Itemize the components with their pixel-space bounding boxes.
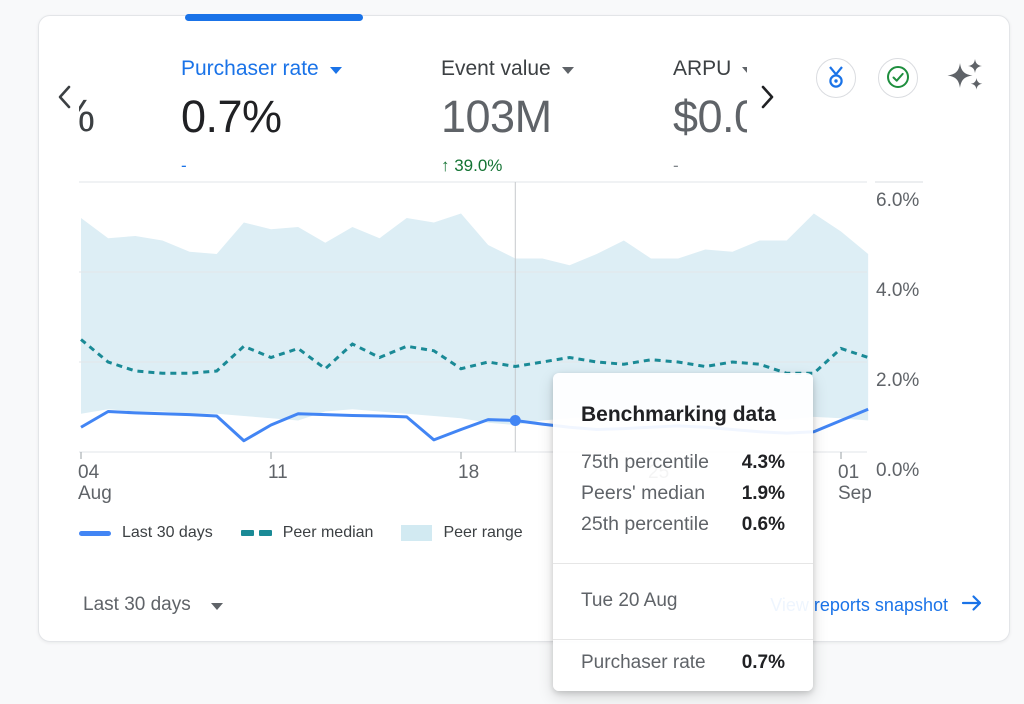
prev-metric-fragment: % — [79, 90, 103, 148]
metric-selector-purchaser-rate[interactable]: Purchaser rate — [181, 56, 431, 82]
carousel-next-button[interactable] — [753, 82, 781, 114]
tooltip-row-median: Peers' median 1.9% — [581, 478, 785, 509]
tooltip-row-label: 75th percentile — [581, 447, 709, 478]
line-swatch-icon — [79, 531, 111, 536]
tooltip-metric-row: Purchaser rate 0.7% — [581, 640, 785, 674]
svg-text:Aug: Aug — [78, 483, 112, 504]
metric-label: ARPU — [673, 57, 731, 81]
tooltip-row-75th: 75th percentile 4.3% — [581, 447, 785, 478]
svg-text:18: 18 — [458, 462, 479, 483]
tooltip-metric-label: Purchaser rate — [581, 652, 706, 674]
check-circle-icon — [885, 64, 911, 93]
chart-legend: Last 30 days Peer median Peer range — [79, 524, 523, 542]
sparkle-icon — [943, 52, 987, 99]
arrow-right-icon — [961, 594, 983, 617]
metric-value: 103M — [441, 91, 656, 143]
tooltip-date: Tue 20 Aug — [581, 564, 785, 639]
benchmarking-page: % Purchaser rate 0.7% - Event value 103M… — [0, 0, 1024, 704]
dropdown-caret-icon — [330, 67, 342, 74]
verified-badge-button[interactable] — [878, 58, 918, 98]
tooltip-row-value: 0.6% — [742, 509, 785, 540]
tooltip-title: Benchmarking data — [581, 403, 785, 427]
medal-icon — [825, 65, 847, 92]
metric-label: Purchaser rate — [181, 57, 319, 81]
svg-text:11: 11 — [268, 462, 288, 483]
tooltip-row-25th: 25th percentile 0.6% — [581, 509, 785, 540]
legend-label: Peer median — [283, 524, 374, 542]
tooltip-row-label: 25th percentile — [581, 509, 709, 540]
dropdown-caret-icon — [562, 67, 574, 74]
svg-text:01: 01 — [838, 462, 859, 483]
date-range-label: Last 30 days — [83, 594, 191, 616]
band-swatch-icon — [401, 525, 432, 541]
chevron-right-icon — [757, 83, 777, 114]
svg-text:2.0%: 2.0% — [876, 370, 919, 391]
benchmarking-badge-button[interactable] — [816, 58, 856, 98]
date-range-selector[interactable]: Last 30 days — [83, 590, 223, 620]
chart-tooltip: Benchmarking data 75th percentile 4.3% P… — [553, 373, 813, 691]
legend-label: Peer range — [443, 524, 522, 542]
metric-column-arpu: ARPU $0.0 - — [673, 56, 747, 176]
dashed-line-swatch-icon — [241, 530, 272, 536]
tooltip-row-value: 1.9% — [742, 478, 785, 509]
metric-column-event-value: Event value 103M ↑ 39.0% — [441, 56, 656, 176]
legend-label: Last 30 days — [122, 524, 213, 542]
insights-button[interactable] — [942, 52, 988, 98]
chevron-left-icon — [55, 83, 75, 114]
legend-item-last-30-days: Last 30 days — [79, 524, 213, 542]
legend-item-peer-range: Peer range — [401, 524, 522, 542]
svg-text:Sep: Sep — [838, 483, 872, 504]
svg-text:0.0%: 0.0% — [876, 460, 919, 481]
benchmarking-card: % Purchaser rate 0.7% - Event value 103M… — [38, 15, 1010, 642]
carousel-scroll-indicator[interactable] — [185, 14, 363, 21]
tooltip-rows: 75th percentile 4.3% Peers' median 1.9% … — [581, 447, 785, 540]
metric-value: $0.0 — [673, 91, 747, 143]
metric-selector-event-value[interactable]: Event value — [441, 56, 656, 82]
tooltip-row-value: 4.3% — [742, 447, 785, 478]
metric-value: 0.7% — [181, 91, 431, 143]
svg-text:6.0%: 6.0% — [876, 190, 919, 211]
svg-text:4.0%: 4.0% — [876, 280, 919, 301]
tooltip-metric-value: 0.7% — [742, 652, 785, 674]
tooltip-row-label: Peers' median — [581, 478, 705, 509]
legend-item-peer-median: Peer median — [241, 524, 374, 542]
metric-label: Event value — [441, 57, 551, 81]
carousel-prev-button[interactable] — [51, 82, 79, 114]
metric-selector-arpu[interactable]: ARPU — [673, 56, 747, 82]
svg-text:04: 04 — [78, 462, 100, 483]
metric-column-purchaser-rate: Purchaser rate 0.7% - — [181, 56, 431, 176]
dropdown-caret-icon — [742, 67, 747, 74]
dropdown-caret-icon — [211, 603, 223, 610]
